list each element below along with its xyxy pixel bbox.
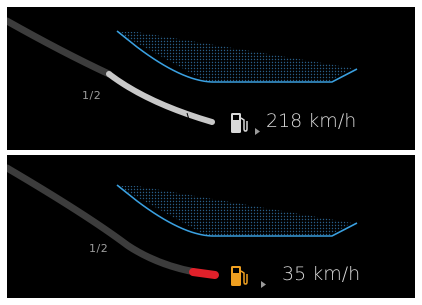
dashboard-panel-top: 1/2 218 km/h (7, 7, 415, 150)
progress-track (7, 17, 113, 78)
lap-fraction: 1/2 (89, 242, 109, 255)
fuel-pump-icon (230, 265, 248, 287)
speed-readout: 35 km/h (282, 263, 361, 285)
fuel-pump-icon (230, 112, 248, 134)
progress-tail (106, 71, 215, 125)
dashboard-panel-bottom: 1/2 35 km/h (7, 155, 415, 298)
lap-fraction: 1/2 (82, 89, 102, 102)
speed-readout: 218 km/h (266, 110, 357, 132)
progress-tail (189, 268, 219, 279)
arrow-right-icon (261, 273, 266, 288)
arrow-right-icon (255, 120, 260, 135)
